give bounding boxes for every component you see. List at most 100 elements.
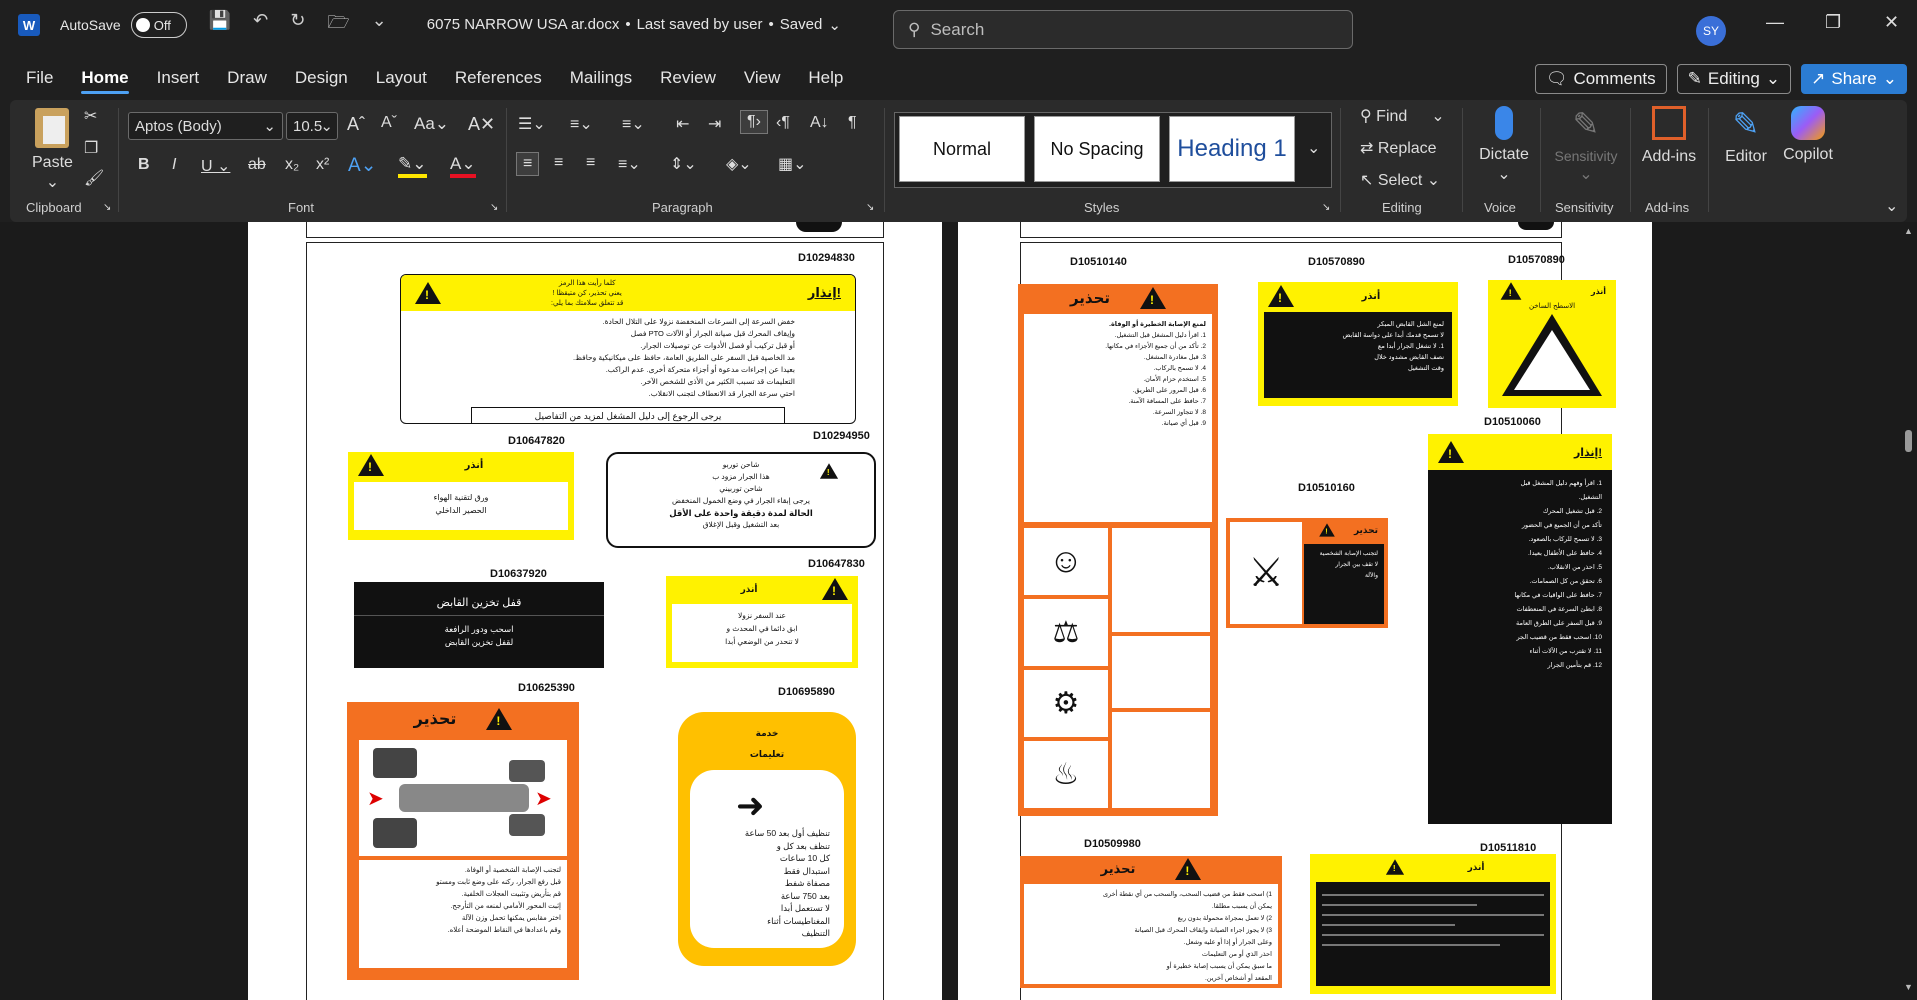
share-icon: ↗	[1811, 69, 1826, 88]
tab-layout[interactable]: Layout	[362, 58, 441, 98]
tab-home[interactable]: Home	[67, 58, 142, 98]
dialog-launcher-icon[interactable]: ↘	[1322, 202, 1330, 213]
collapse-ribbon-icon[interactable]: ⌄	[1885, 196, 1898, 216]
editor-button[interactable]: ✎ Editor	[1718, 106, 1774, 166]
close-icon[interactable]: ✕	[1884, 12, 1899, 33]
numbering-icon[interactable]: ≡⌄	[570, 114, 593, 134]
align-left-icon[interactable]: ≡	[516, 152, 540, 176]
microphone-icon	[1495, 106, 1513, 140]
document-page-left[interactable]: D10294830 إنذار! كلما رأيت هذا الرمز يعن…	[248, 222, 942, 1000]
shading-icon[interactable]: ◈⌄	[726, 154, 752, 174]
styles-more-icon[interactable]: ⌄	[1307, 138, 1320, 158]
superscript-icon[interactable]: x²	[316, 156, 329, 174]
minimize-icon[interactable]: —	[1766, 12, 1784, 33]
subscript-icon[interactable]: x₂	[285, 156, 299, 174]
redo-icon[interactable]: ↻	[290, 10, 305, 40]
customize-qat-icon[interactable]: ⌄	[372, 10, 387, 40]
vertical-scrollbar[interactable]: ▲ ▼	[1900, 222, 1917, 1000]
decal-footer: يرجى الرجوع إلى دليل المشغل لمزيد من الت…	[471, 407, 785, 423]
share-button[interactable]: ↗ Share ⌄	[1801, 64, 1907, 94]
group-label-voice: Voice	[1484, 200, 1516, 215]
hot-surface-icon	[1502, 314, 1602, 396]
addins-button[interactable]: Add-ins	[1640, 106, 1698, 166]
grow-font-icon[interactable]: Aˆ	[347, 114, 365, 135]
cut-icon[interactable]: ✂	[84, 106, 97, 126]
warning-triangle-icon	[1175, 858, 1202, 880]
restore-icon[interactable]: ❐	[1825, 12, 1841, 33]
open-folder-icon[interactable]: 🗁	[327, 10, 349, 40]
select-button[interactable]: ↖ Select ⌄	[1360, 170, 1440, 190]
copy-icon[interactable]: ❐	[84, 138, 98, 158]
line-spacing-icon[interactable]: ⇕⌄	[670, 154, 697, 174]
tab-view[interactable]: View	[730, 58, 795, 98]
find-button[interactable]: ⚲ Find ⌄	[1360, 106, 1445, 126]
decrease-indent-icon[interactable]: ⇤	[676, 114, 689, 134]
shape-fragment	[796, 222, 842, 232]
multilevel-list-icon[interactable]: ≡⌄	[622, 114, 645, 134]
text-line: 2) لا تعمل بمجراة محمولة بدون ربع	[1177, 915, 1272, 922]
replace-button[interactable]: ⇄ Replace	[1360, 138, 1437, 158]
ltr-direction-icon[interactable]: ¶›	[740, 110, 768, 134]
dictate-button[interactable]: Dictate ⌄	[1476, 106, 1532, 184]
font-size-select[interactable]: 10.5 ⌄	[286, 112, 338, 140]
tab-references[interactable]: References	[441, 58, 556, 98]
font-color-icon[interactable]: A⌄	[450, 154, 476, 178]
tab-mailings[interactable]: Mailings	[556, 58, 646, 98]
dialog-launcher-icon[interactable]: ↘	[103, 202, 111, 213]
undo-icon[interactable]: ↶	[253, 10, 268, 40]
bold-icon[interactable]: B	[138, 156, 150, 174]
tab-file[interactable]: File	[12, 58, 67, 98]
autosave-toggle[interactable]: Off	[130, 12, 187, 38]
tab-review[interactable]: Review	[646, 58, 730, 98]
align-right-icon[interactable]: ≡	[586, 154, 595, 172]
share-label: Share	[1831, 69, 1877, 88]
paste-button[interactable]: Paste ⌄	[32, 108, 73, 192]
align-center-icon[interactable]: ≡	[554, 154, 563, 172]
bullets-icon[interactable]: ☰⌄	[518, 114, 546, 134]
style-heading-1[interactable]: Heading 1	[1169, 116, 1295, 182]
sensitivity-button[interactable]: ✎ Sensitivity ⌄	[1550, 106, 1622, 184]
scrollbar-thumb[interactable]	[1905, 430, 1912, 452]
tab-design[interactable]: Design	[281, 58, 362, 98]
decal-body: ورق لتقنية الهواء الحصير الداخلي	[354, 482, 568, 530]
increase-indent-icon[interactable]: ⇥	[708, 114, 721, 134]
style-no-spacing[interactable]: No Spacing	[1034, 116, 1160, 182]
underline-icon[interactable]: U ⌄	[201, 156, 230, 176]
borders-icon[interactable]: ▦⌄	[778, 154, 807, 174]
font-name-select[interactable]: Aptos (Body) ⌄	[128, 112, 283, 140]
comments-button[interactable]: 🗨 Comments	[1534, 64, 1667, 94]
group-label-clipboard: Clipboard	[26, 200, 82, 215]
text-line: نصف القابض مشدود خلال	[1374, 354, 1444, 361]
tab-help[interactable]: Help	[794, 58, 857, 98]
editing-mode-button[interactable]: ✎ Editing ⌄	[1676, 64, 1792, 94]
text-line: اسحب ودور الرافعة	[444, 624, 514, 634]
save-icon[interactable]: 💾	[209, 10, 231, 40]
avatar[interactable]: SY	[1696, 16, 1726, 46]
dialog-launcher-icon[interactable]: ↘	[866, 202, 874, 213]
scroll-up-icon[interactable]: ▲	[1904, 226, 1913, 236]
copilot-button[interactable]: Copilot	[1776, 106, 1840, 164]
sort-icon[interactable]: A↓	[810, 114, 829, 132]
text-effects-icon[interactable]: A⌄	[348, 154, 377, 177]
text-panel	[1112, 636, 1210, 708]
style-normal[interactable]: Normal	[899, 116, 1025, 182]
change-case-icon[interactable]: Aa⌄	[414, 114, 449, 134]
document-page-right[interactable]: D10510140 D10570890 D10570890 تحذير لمنع…	[958, 222, 1652, 1000]
justify-icon[interactable]: ≡⌄	[618, 154, 641, 174]
document-title[interactable]: 6075 NARROW USA ar.docx • Last saved by …	[427, 16, 841, 34]
scroll-down-icon[interactable]: ▼	[1904, 982, 1913, 992]
format-painter-icon[interactable]: 🖌	[84, 168, 104, 188]
search-input[interactable]: ⚲ Search	[893, 10, 1353, 49]
text-line: الحالة لمدة دقيقة واحدة على الأقل	[669, 508, 813, 518]
strikethrough-icon[interactable]: ab	[248, 156, 266, 174]
shrink-font-icon[interactable]: Aˇ	[381, 114, 397, 132]
tab-draw[interactable]: Draw	[213, 58, 281, 98]
text-line: ابق دائما في المحدث و	[726, 624, 798, 633]
highlight-icon[interactable]: ✎⌄	[398, 154, 427, 178]
clear-formatting-icon[interactable]: A✕	[468, 114, 495, 135]
rtl-direction-icon[interactable]: ‹¶	[776, 114, 790, 132]
show-formatting-marks-icon[interactable]: ¶	[848, 114, 857, 132]
italic-icon[interactable]: I	[172, 156, 176, 174]
dialog-launcher-icon[interactable]: ↘	[490, 202, 498, 213]
tab-insert[interactable]: Insert	[143, 58, 214, 98]
